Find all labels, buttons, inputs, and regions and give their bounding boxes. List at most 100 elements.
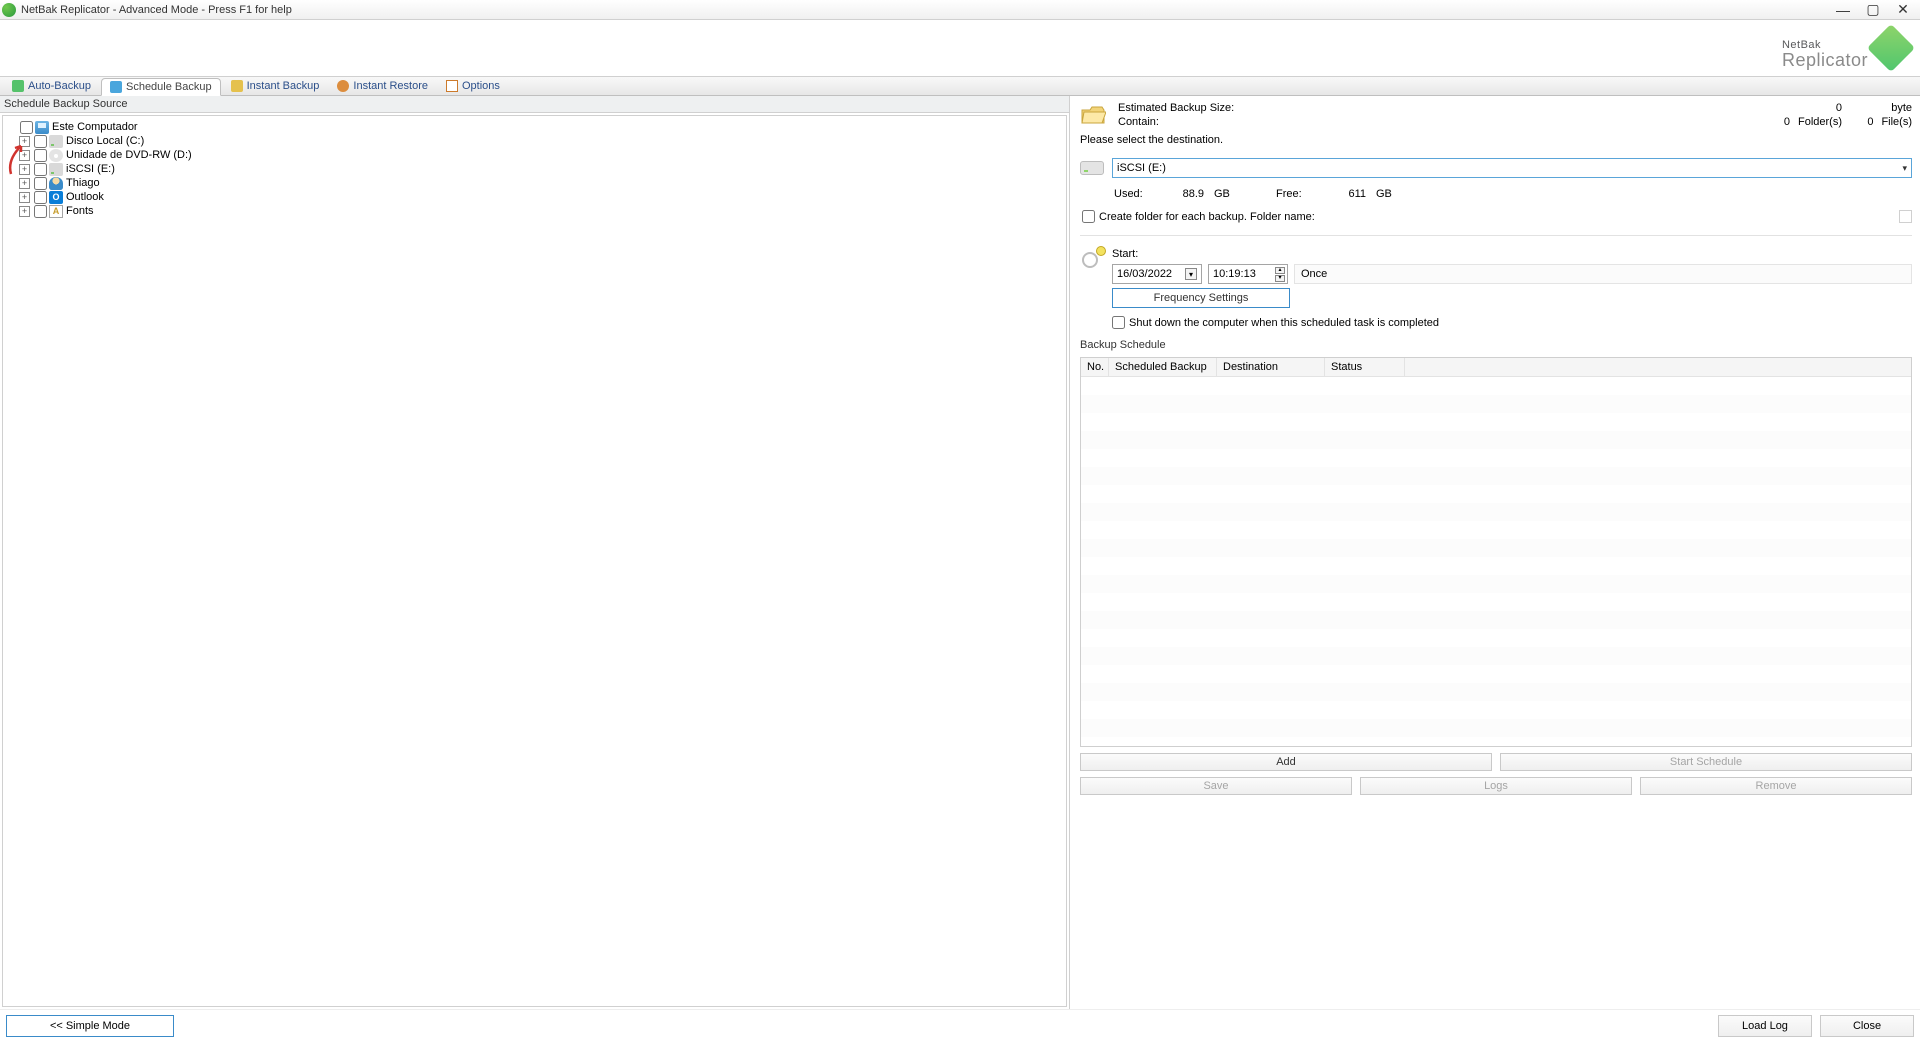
used-value: 88.9 (1164, 188, 1204, 200)
load-log-label: Load Log (1742, 1020, 1788, 1032)
tree-node-label: Disco Local (C:) (66, 134, 144, 148)
maximize-button[interactable]: ▢ (1858, 1, 1888, 19)
date-value: 16/03/2022 (1117, 268, 1172, 280)
time-spinner[interactable]: ▴▾ (1275, 267, 1285, 282)
simple-mode-button[interactable]: << Simple Mode (6, 1015, 174, 1037)
tab-options-label: Options (462, 80, 500, 92)
start-schedule-button[interactable]: Start Schedule (1500, 753, 1912, 771)
tree-node-label: Unidade de DVD-RW (D:) (66, 148, 192, 162)
load-log-button[interactable]: Load Log (1718, 1015, 1812, 1037)
tree-node-fonts[interactable]: + A Fonts (5, 204, 1064, 218)
expander-icon[interactable]: + (19, 178, 30, 189)
tree-node-c[interactable]: + Disco Local (C:) (5, 134, 1064, 148)
folder-name-input[interactable] (1899, 210, 1912, 223)
est-folders-unit: Folder(s) (1798, 116, 1842, 128)
destination-selected: iSCSI (E:) (1117, 162, 1166, 174)
expander-icon[interactable]: + (19, 136, 30, 147)
folder-icon (1080, 104, 1106, 126)
node-checkbox[interactable] (34, 149, 47, 162)
schedule-icon (1080, 248, 1104, 272)
recurrence-field: Once (1294, 264, 1912, 284)
time-value: 10:19:13 (1213, 268, 1256, 280)
est-folders-value: 0 (1784, 116, 1790, 128)
tab-auto-backup[interactable]: Auto-Backup (4, 77, 99, 95)
tree-node-d[interactable]: + Unidade de DVD-RW (D:) (5, 148, 1064, 162)
tab-instant-restore-label: Instant Restore (353, 80, 428, 92)
est-files-value: 0 (1867, 116, 1873, 128)
source-tree[interactable]: − Este Computador + Disco Local (C:) + U… (2, 115, 1067, 1007)
computer-icon (35, 121, 49, 134)
close-button[interactable]: Close (1820, 1015, 1914, 1037)
col-destination[interactable]: Destination (1217, 358, 1325, 376)
start-label: Start: (1112, 248, 1912, 260)
free-label: Free: (1276, 188, 1316, 200)
create-folder-checkbox[interactable] (1082, 210, 1095, 223)
footer: << Simple Mode Load Log Close (0, 1009, 1920, 1041)
tab-options[interactable]: Options (438, 77, 508, 95)
tab-schedule-backup[interactable]: Schedule Backup (101, 78, 221, 96)
expander-icon[interactable]: + (19, 206, 30, 217)
tab-schedule-label: Schedule Backup (126, 81, 212, 93)
col-no[interactable]: No. (1081, 358, 1109, 376)
col-scheduled-backup[interactable]: Scheduled Backup (1109, 358, 1217, 376)
node-checkbox[interactable] (34, 177, 47, 190)
tree-node-user[interactable]: + Thiago (5, 176, 1064, 190)
cd-drive-icon (49, 149, 63, 162)
destination-dropdown[interactable]: iSCSI (E:) ▾ (1112, 158, 1912, 178)
tree-node-outlook[interactable]: + O Outlook (5, 190, 1064, 204)
fonts-icon: A (49, 205, 63, 218)
tabbar: Auto-Backup Schedule Backup Instant Back… (0, 76, 1920, 96)
instant-restore-icon (337, 80, 349, 92)
root-checkbox[interactable] (20, 121, 33, 134)
close-window-button[interactable]: ✕ (1888, 1, 1918, 19)
tree-node-e[interactable]: + iSCSI (E:) (5, 162, 1064, 176)
frequency-btn-label: Frequency Settings (1154, 292, 1249, 304)
expander-icon[interactable]: + (19, 150, 30, 161)
simple-mode-label: << Simple Mode (50, 1020, 130, 1032)
tree-root[interactable]: − Este Computador (5, 120, 1064, 134)
free-value: 611 (1326, 188, 1366, 200)
create-folder-label: Create folder for each backup. Folder na… (1099, 211, 1315, 223)
tree-node-label: Fonts (66, 204, 94, 218)
tree-node-label: Thiago (66, 176, 100, 190)
drive-icon (1080, 161, 1104, 175)
shutdown-checkbox[interactable] (1112, 316, 1125, 329)
used-unit: GB (1214, 188, 1236, 200)
est-size-unit: byte (1852, 102, 1912, 114)
node-checkbox[interactable] (34, 205, 47, 218)
drive-icon (49, 163, 63, 176)
frequency-settings-button[interactable]: Frequency Settings (1112, 288, 1290, 308)
est-files-unit: File(s) (1881, 116, 1912, 128)
save-button[interactable]: Save (1080, 777, 1352, 795)
expander-icon[interactable]: + (19, 192, 30, 203)
time-picker[interactable]: 10:19:13 ▴▾ (1208, 264, 1288, 284)
source-header: Schedule Backup Source (0, 96, 1069, 113)
node-checkbox[interactable] (34, 163, 47, 176)
remove-button[interactable]: Remove (1640, 777, 1912, 795)
tab-instant-backup[interactable]: Instant Backup (223, 77, 328, 95)
titlebar: NetBak Replicator - Advanced Mode - Pres… (0, 0, 1920, 20)
date-picker[interactable]: 16/03/2022 ▾ (1112, 264, 1202, 284)
tree-node-label: Outlook (66, 190, 104, 204)
table-body-empty (1081, 377, 1911, 746)
add-button[interactable]: Add (1080, 753, 1492, 771)
logs-label: Logs (1484, 780, 1508, 792)
free-unit: GB (1376, 188, 1398, 200)
est-size-label: Estimated Backup Size: (1118, 102, 1772, 114)
logs-button[interactable]: Logs (1360, 777, 1632, 795)
node-checkbox[interactable] (34, 135, 47, 148)
separator (1080, 235, 1912, 236)
node-checkbox[interactable] (34, 191, 47, 204)
col-spacer (1405, 358, 1911, 376)
auto-backup-icon (12, 80, 24, 92)
expander-icon[interactable]: + (19, 164, 30, 175)
logo-band: NetBak Replicator (0, 20, 1920, 76)
chevron-down-icon: ▾ (1902, 163, 1907, 174)
minimize-button[interactable]: — (1828, 1, 1858, 19)
window-title: NetBak Replicator - Advanced Mode - Pres… (21, 4, 1828, 16)
shutdown-label: Shut down the computer when this schedul… (1129, 317, 1439, 329)
tab-instant-restore[interactable]: Instant Restore (329, 77, 436, 95)
logo-line2: Replicator (1782, 52, 1868, 68)
tree-root-label: Este Computador (52, 120, 138, 134)
col-status[interactable]: Status (1325, 358, 1405, 376)
